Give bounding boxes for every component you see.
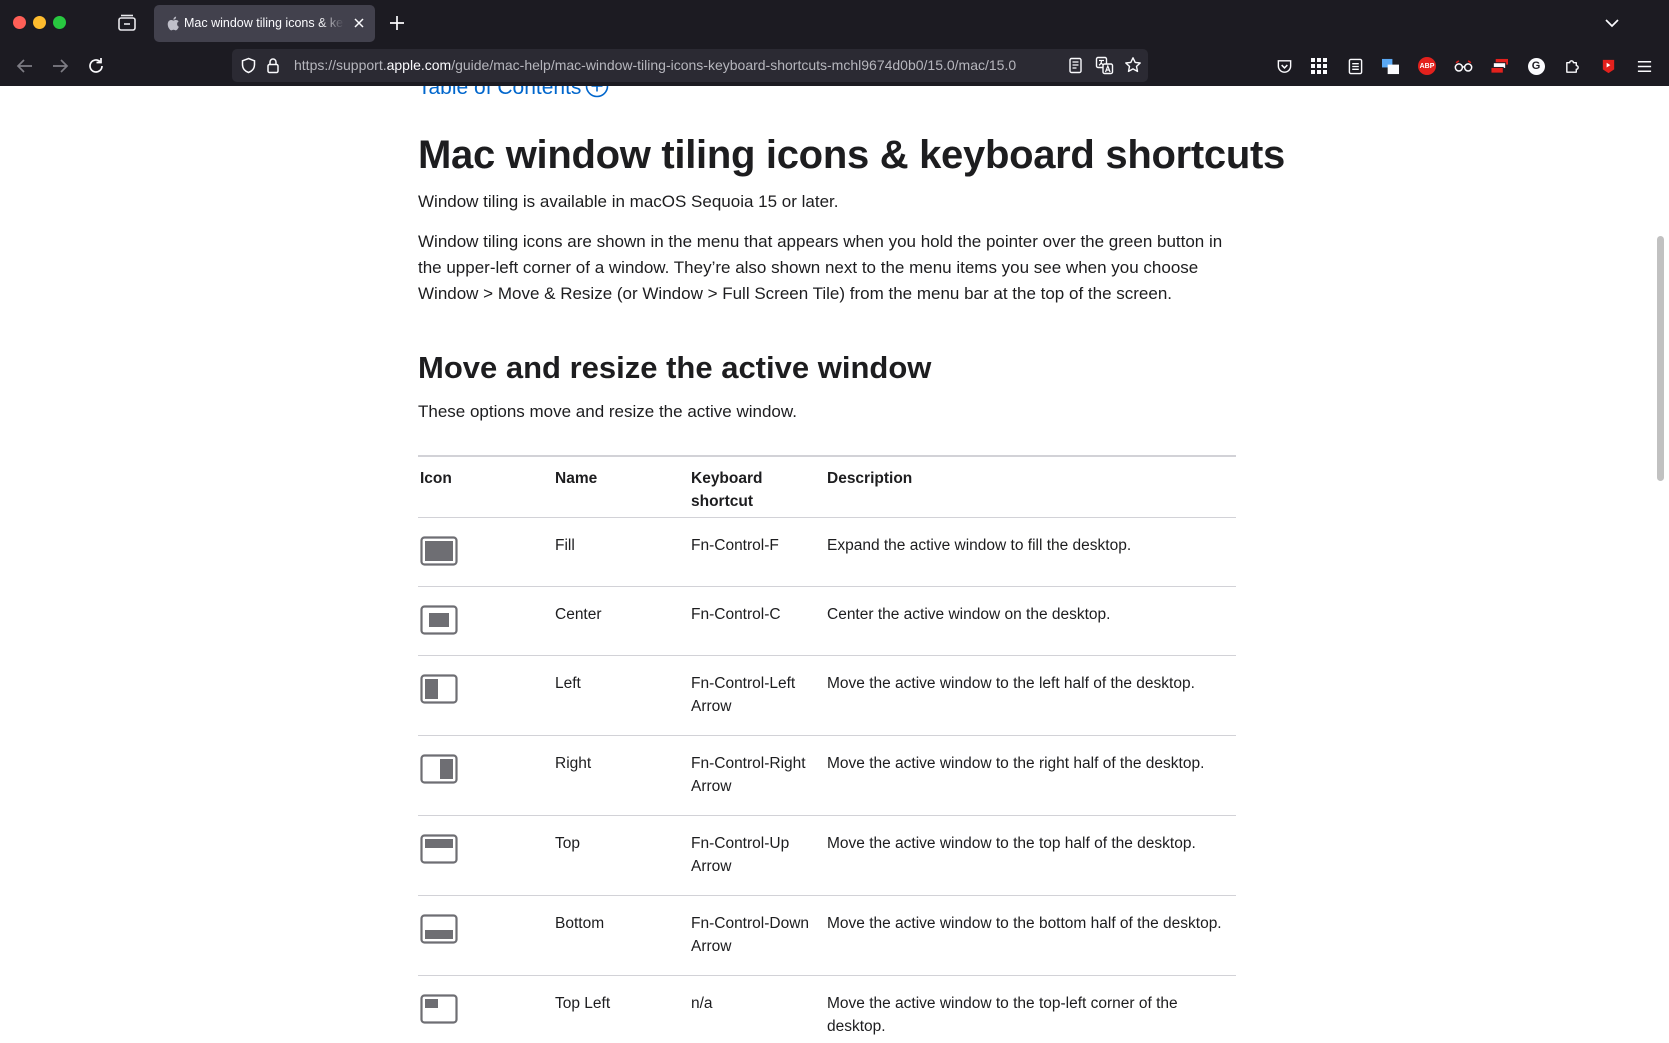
tab-bar: Mac window tiling icons & keyboard short… [0, 0, 1669, 46]
tab-title: Mac window tiling icons & keyboard short… [184, 16, 344, 30]
row-name: Top Left [555, 995, 611, 1012]
header-name: Name [555, 470, 598, 487]
table-row: Top Left n/a Move the active window to t… [418, 976, 1236, 1043]
table-of-contents-link[interactable]: Table of Contents [418, 86, 609, 100]
table-row: Top Fn-Control-Up Arrow Move the active … [418, 816, 1236, 896]
section-intro: These options move and resize the active… [418, 402, 797, 421]
toc-label: Table of Contents [418, 86, 582, 99]
apple-logo-icon [166, 16, 180, 31]
row-name: Bottom [555, 915, 605, 932]
availability-note: Window tiling is available in macOS Sequ… [418, 192, 839, 211]
row-description: Move the active window to the top-left c… [827, 995, 1178, 1035]
row-description: Move the active window to the right half… [827, 755, 1205, 772]
grammarly-icon[interactable]: G [1526, 56, 1546, 76]
row-name: Fill [555, 537, 575, 554]
row-description: Move the active window to the bottom hal… [827, 915, 1222, 932]
url-domain: apple.com [386, 57, 452, 73]
row-description: Move the active window to the left half … [827, 675, 1195, 692]
fill-icon [420, 536, 458, 566]
section-heading: Move and resize the active window [418, 350, 932, 385]
adblock-plus-icon[interactable]: ABP [1417, 56, 1437, 76]
notes-icon[interactable] [1345, 56, 1365, 76]
row-shortcut: Fn-Control-Right Arrow [691, 755, 806, 795]
row-description: Center the active window on the desktop. [827, 606, 1111, 623]
abp-label: ABP [1418, 57, 1436, 75]
table-row: Right Fn-Control-Right Arrow Move the ac… [418, 736, 1236, 816]
bottom-half-icon [420, 914, 458, 944]
minimize-window-button[interactable] [33, 16, 46, 29]
left-half-icon [420, 674, 458, 704]
url-prefix: https://support. [294, 57, 387, 73]
table-header-row: Icon Name Keyboard shortcut Description [418, 457, 1236, 518]
close-window-button[interactable] [13, 16, 26, 29]
row-shortcut: Fn-Control-F [691, 537, 779, 554]
back-arrow-icon[interactable] [14, 55, 36, 77]
right-half-icon [420, 754, 458, 784]
zoom-window-button[interactable] [53, 16, 66, 29]
glasses-icon[interactable] [1453, 56, 1473, 76]
reader-view-icon[interactable] [1067, 57, 1084, 74]
address-bar[interactable]: https://support.apple.com/guide/mac-help… [232, 49, 1148, 82]
top-left-icon [420, 994, 458, 1024]
header-icon: Icon [420, 470, 452, 487]
header-description: Description [827, 470, 913, 487]
firefox-view-icon[interactable] [116, 13, 138, 33]
top-half-icon [420, 834, 458, 864]
translate-icon[interactable] [1095, 56, 1114, 75]
row-shortcut: Fn-Control-Up Arrow [691, 835, 790, 875]
youtube-icon[interactable] [1598, 56, 1618, 76]
page-viewport: Table of Contents Mac window tiling icon… [0, 86, 1669, 1043]
tab-close-icon[interactable] [351, 15, 367, 31]
tracking-shield-icon[interactable] [240, 57, 257, 74]
row-name: Top [555, 835, 580, 852]
header-shortcut: Keyboard shortcut [691, 470, 763, 510]
table-row: Bottom Fn-Control-Down Arrow Move the ac… [418, 896, 1236, 976]
intro-paragraph: Window tiling icons are shown in the men… [418, 232, 1223, 303]
active-tab[interactable]: Mac window tiling icons & keyboard short… [154, 5, 375, 42]
center-icon [420, 605, 458, 635]
row-shortcut: n/a [691, 995, 713, 1012]
menu-icon[interactable] [1634, 56, 1654, 76]
pocket-icon[interactable] [1274, 56, 1294, 76]
row-shortcut: Fn-Control-C [691, 606, 781, 623]
row-description: Expand the active window to fill the des… [827, 537, 1132, 554]
table-row: Left Fn-Control-Left Arrow Move the acti… [418, 656, 1236, 736]
stack-icon[interactable] [1489, 56, 1509, 76]
row-name: Right [555, 755, 592, 772]
row-shortcut: Fn-Control-Left Arrow [691, 675, 796, 715]
page-title: Mac window tiling icons & keyboard short… [418, 133, 1285, 177]
row-name: Left [555, 675, 581, 692]
url-text[interactable]: https://support.apple.com/guide/mac-help… [294, 57, 1016, 73]
row-description: Move the active window to the top half o… [827, 835, 1196, 852]
apps-grid-icon[interactable] [1309, 56, 1329, 76]
new-tab-icon[interactable] [387, 13, 407, 33]
browser-chrome: Mac window tiling icons & keyboard short… [0, 0, 1669, 86]
table-row: Fill Fn-Control-F Expand the active wind… [418, 518, 1236, 587]
reload-icon[interactable] [85, 55, 107, 77]
row-shortcut: Fn-Control-Down Arrow [691, 915, 810, 955]
url-path: /guide/mac-help/mac-window-tiling-icons-… [451, 57, 1017, 73]
navigation-bar: https://support.apple.com/guide/mac-help… [0, 46, 1669, 86]
forward-arrow-icon[interactable] [49, 55, 71, 77]
chevron-down-icon[interactable] [1603, 14, 1621, 32]
grammarly-label: G [1527, 57, 1545, 75]
row-name: Center [555, 606, 602, 623]
lock-icon[interactable] [265, 57, 281, 74]
shortcuts-table: Icon Name Keyboard shortcut Description … [418, 455, 1236, 1043]
bookmark-star-icon[interactable] [1124, 56, 1142, 74]
extensions-icon[interactable] [1562, 56, 1582, 76]
scrollbar-thumb[interactable] [1657, 236, 1664, 481]
plus-circle-icon [585, 86, 609, 98]
table-row: Center Fn-Control-C Center the active wi… [418, 587, 1236, 656]
windows-icon[interactable] [1380, 56, 1400, 76]
